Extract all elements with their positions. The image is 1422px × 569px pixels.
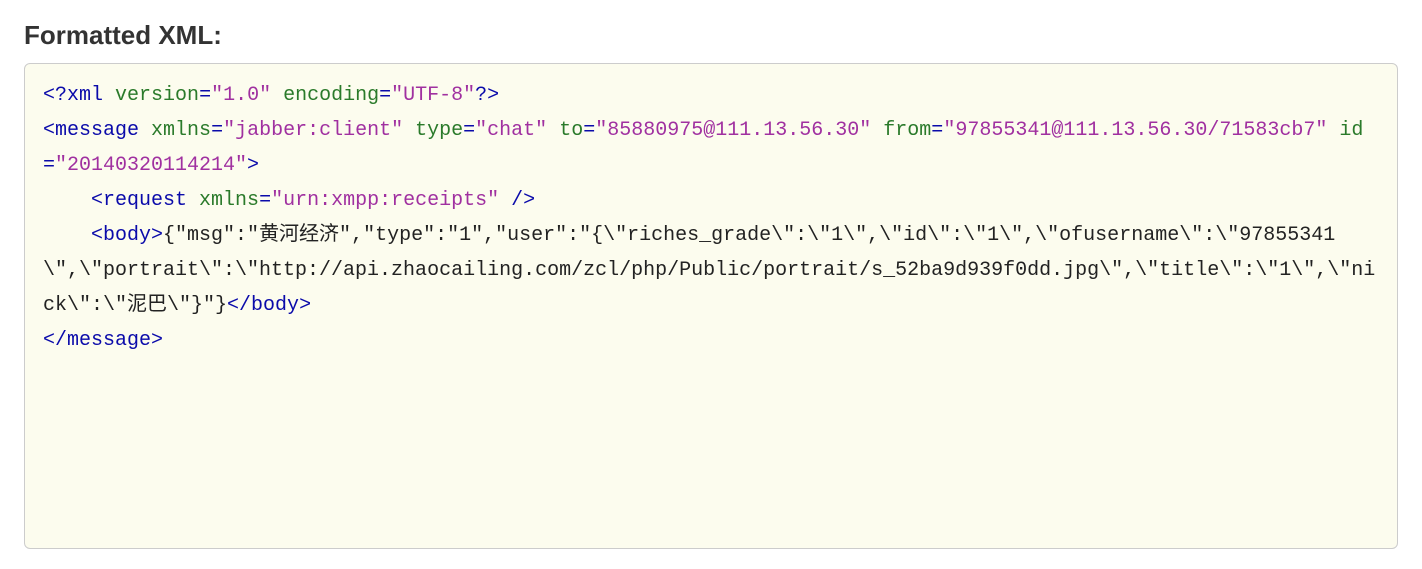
- xml-declaration: <?xml version="1.0" encoding="UTF-8"?>: [43, 84, 499, 107]
- message-close-tag: </message>: [43, 329, 163, 352]
- section-heading: Formatted XML:: [24, 20, 1398, 51]
- xml-code-block: <?xml version="1.0" encoding="UTF-8"?> <…: [24, 63, 1398, 549]
- request-tag: <request xmlns="urn:xmpp:receipts" />: [91, 189, 535, 212]
- body-element: <body>{"msg":"黄河经济","type":"1","user":"{…: [43, 224, 1375, 317]
- message-open-tag: <message xmlns="jabber:client" type="cha…: [43, 119, 1363, 177]
